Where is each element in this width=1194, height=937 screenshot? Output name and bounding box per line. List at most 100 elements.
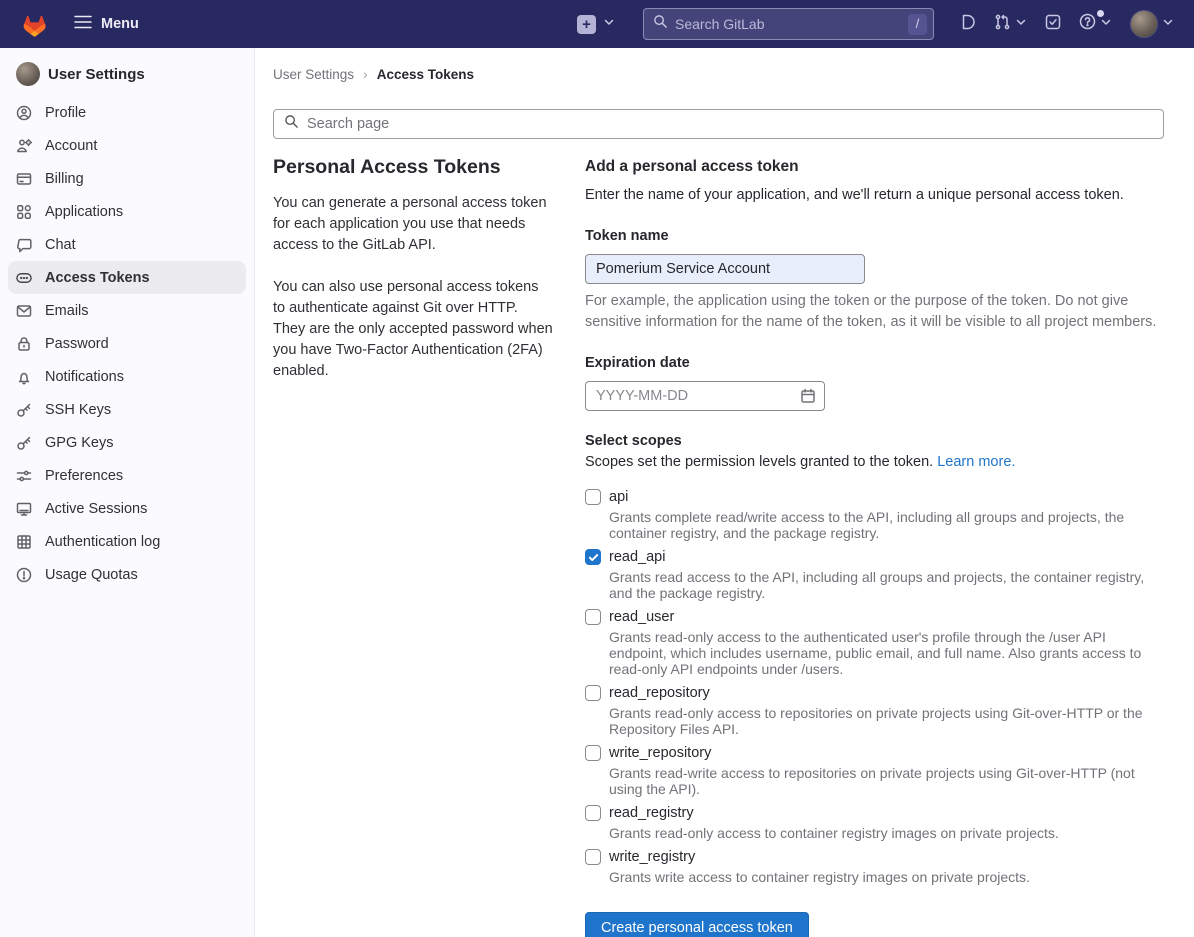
breadcrumb: User Settings › Access Tokens <box>273 66 1164 82</box>
breadcrumb-access-tokens[interactable]: Access Tokens <box>377 67 474 82</box>
menu-label: Menu <box>101 16 139 32</box>
sidebar-item-billing[interactable]: Billing <box>8 162 246 195</box>
sidebar-item-label: Chat <box>45 237 76 253</box>
token-name-label: Token name <box>585 228 1164 244</box>
token-name-input[interactable] <box>585 254 865 284</box>
settings-sidebar: User Settings ProfileAccountBillingAppli… <box>0 48 255 937</box>
scope-label[interactable]: write_registry <box>609 849 695 865</box>
user-menu-button[interactable] <box>1124 4 1180 44</box>
sidebar-item-label: Access Tokens <box>45 270 150 286</box>
sidebar-item-label: Usage Quotas <box>45 567 138 583</box>
token-name-help: For example, the application using the t… <box>585 291 1164 333</box>
scope-label[interactable]: read_user <box>609 609 674 625</box>
sidebar-item-password[interactable]: Password <box>8 327 246 360</box>
scope-row-write_repository: write_repository Grants read-write access… <box>585 745 1164 797</box>
scope-description: Grants read-write access to repositories… <box>609 765 1164 797</box>
todos-button[interactable] <box>1039 8 1067 41</box>
sidebar-item-preferences[interactable]: Preferences <box>8 459 246 492</box>
sidebar-item-label: Emails <box>45 303 89 319</box>
sidebar-item-notifications[interactable]: Notifications <box>8 360 246 393</box>
navbar-icons <box>954 4 1180 44</box>
access-tokens-icon <box>16 270 32 286</box>
scope-checkbox-write_repository[interactable] <box>585 745 601 761</box>
scope-label[interactable]: write_repository <box>609 745 711 761</box>
learn-more-link[interactable]: Learn more. <box>937 454 1015 470</box>
sidebar-item-access-tokens[interactable]: Access Tokens <box>8 261 246 294</box>
avatar <box>16 62 40 86</box>
sidebar-item-label: Billing <box>45 171 84 187</box>
sidebar-item-emails[interactable]: Emails <box>8 294 246 327</box>
global-search-input[interactable] <box>675 16 901 32</box>
scope-head-read_repository: read_repository <box>585 685 1164 701</box>
select-scopes-label: Select scopes <box>585 433 1164 449</box>
scope-checkbox-read_registry[interactable] <box>585 805 601 821</box>
active-sessions-icon <box>16 501 32 517</box>
scope-row-read_api: read_api Grants read access to the API, i… <box>585 549 1164 601</box>
scope-checkbox-read_repository[interactable] <box>585 685 601 701</box>
sidebar-item-account[interactable]: Account <box>8 129 246 162</box>
gitlab-logo[interactable] <box>10 5 48 43</box>
issues-button[interactable] <box>954 8 982 41</box>
sidebar-item-label: Applications <box>45 204 123 220</box>
user-avatar <box>1130 10 1158 38</box>
account-icon <box>16 138 32 154</box>
scope-head-read_api: read_api <box>585 549 1164 565</box>
merge-requests-button[interactable] <box>988 8 1033 41</box>
sidebar-item-ssh-keys[interactable]: SSH Keys <box>8 393 246 426</box>
sidebar-item-label: Authentication log <box>45 534 160 550</box>
scope-checkbox-read_api[interactable] <box>585 549 601 565</box>
breadcrumb-separator-icon: › <box>363 66 368 82</box>
sidebar-item-chat[interactable]: Chat <box>8 228 246 261</box>
scope-head-api: api <box>585 489 1164 505</box>
sidebar-item-label: Preferences <box>45 468 123 484</box>
breadcrumb-user-settings[interactable]: User Settings <box>273 67 354 82</box>
scope-label[interactable]: read_repository <box>609 685 710 701</box>
search-shortcut-key: / <box>908 14 927 35</box>
scope-description: Grants write access to container registr… <box>609 869 1164 885</box>
page-search-input[interactable] <box>307 116 1153 132</box>
notification-dot <box>1097 10 1104 17</box>
applications-icon <box>16 204 32 220</box>
chevron-down-icon <box>1162 15 1174 33</box>
chat-icon <box>16 237 32 253</box>
search-icon <box>284 114 299 134</box>
sidebar-item-label: Account <box>45 138 97 154</box>
gitlab-tanuki-icon <box>12 8 46 40</box>
help-button[interactable] <box>1073 7 1118 41</box>
scope-checkbox-write_registry[interactable] <box>585 849 601 865</box>
scope-label[interactable]: read_registry <box>609 805 694 821</box>
scope-description: Grants complete read/write access to the… <box>609 509 1164 541</box>
sidebar-item-label: SSH Keys <box>45 402 111 418</box>
menu-button[interactable]: Menu <box>66 9 147 39</box>
billing-icon <box>16 171 32 187</box>
global-search[interactable]: / <box>643 8 934 40</box>
token-form: Add a personal access token Enter the na… <box>585 156 1164 937</box>
sidebar-item-applications[interactable]: Applications <box>8 195 246 228</box>
scope-description: Grants read-only access to repositories … <box>609 705 1164 737</box>
ssh-keys-icon <box>16 402 32 418</box>
scope-checkbox-read_user[interactable] <box>585 609 601 625</box>
sidebar-nav: Profile Account Billing Applications Chat Acc… <box>0 96 254 591</box>
create-token-button[interactable]: Create personal access token <box>585 912 809 937</box>
sidebar-item-profile[interactable]: Profile <box>8 96 246 129</box>
sidebar-item-active-sessions[interactable]: Active Sessions <box>8 492 246 525</box>
expiration-date-input[interactable] <box>585 381 825 411</box>
sidebar-item-gpg-keys[interactable]: GPG Keys <box>8 426 246 459</box>
scope-head-write_registry: write_registry <box>585 849 1164 865</box>
todos-icon <box>1045 14 1061 35</box>
sidebar-item-usage-quotas[interactable]: Usage Quotas <box>8 558 246 591</box>
scope-checkbox-api[interactable] <box>585 489 601 505</box>
notifications-icon <box>16 369 32 385</box>
scope-label[interactable]: read_api <box>609 549 665 565</box>
page-search[interactable] <box>273 109 1164 139</box>
new-menu-button[interactable]: + <box>577 15 615 34</box>
form-section-title: Add a personal access token <box>585 158 1164 176</box>
usage-quotas-icon <box>16 567 32 583</box>
chevron-down-icon <box>1015 15 1027 33</box>
scope-label[interactable]: api <box>609 489 628 505</box>
intro-paragraph-1: You can generate a personal access token… <box>273 193 553 256</box>
password-icon <box>16 336 32 352</box>
sidebar-item-authentication-log[interactable]: Authentication log <box>8 525 246 558</box>
scope-description: Grants read access to the API, including… <box>609 569 1164 601</box>
scopes-list: api Grants complete read/write access to … <box>585 489 1164 885</box>
